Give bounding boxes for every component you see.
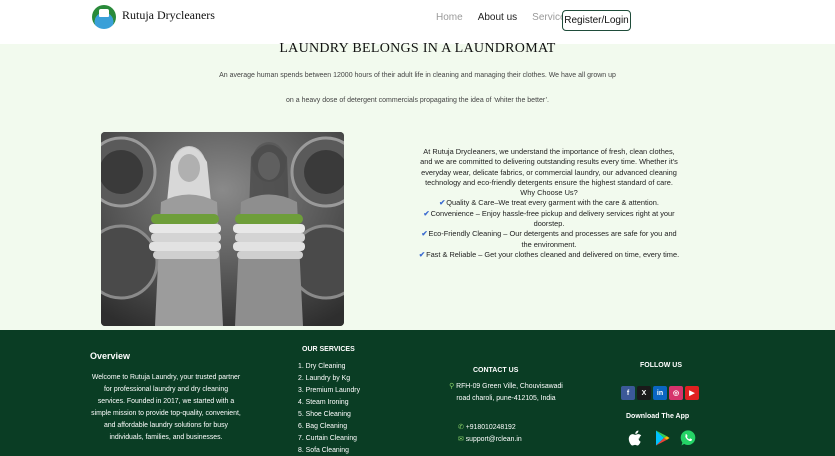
address-text: RFH-09 Green Ville, Chouvisawadi road ch… [456, 383, 563, 402]
download-app-heading: Download The App [626, 413, 690, 420]
service-item[interactable]: 8. Sofa Cleaning [298, 445, 360, 456]
services-heading: OUR SERVICES [302, 346, 355, 353]
about-section: LAUNDRY BELONGS IN A LAUNDROMAT An avera… [0, 41, 835, 330]
check-icon: ✔ [421, 229, 428, 239]
site-header: Rutuja Drycleaners Home About us Service… [0, 0, 835, 44]
service-item[interactable]: 5. Shoe Cleaning [298, 409, 360, 421]
feature-text: Quality & Care–We treat every garment wi… [446, 198, 659, 208]
services-list: 1. Dry Cleaning 2. Laundry by Kg 3. Prem… [298, 361, 360, 456]
whatsapp-icon[interactable] [679, 429, 697, 447]
service-item[interactable]: 6. Bag Cleaning [298, 421, 360, 433]
site-footer: Overview Welcome to Rutuja Laundry, your… [0, 330, 835, 456]
service-item[interactable]: 4. Steam Ironing [298, 397, 360, 409]
service-item[interactable]: 2. Laundry by Kg [298, 373, 360, 385]
service-item[interactable]: 3. Premium Laundry [298, 385, 360, 397]
feature-text: Fast & Reliable – Get your clothes clean… [426, 249, 680, 259]
nav-about-us[interactable]: About us [478, 12, 517, 23]
phone-icon: ✆ [458, 424, 466, 431]
facebook-icon[interactable]: f [621, 386, 635, 400]
check-icon: ✔ [439, 198, 446, 208]
overview-heading: Overview [90, 351, 131, 361]
laundry-photo [101, 132, 344, 326]
page-title: LAUNDRY BELONGS IN A LAUNDROMAT [279, 41, 556, 56]
contact-heading: CONTACT US [473, 367, 519, 374]
youtube-icon[interactable]: ▶ [685, 386, 699, 400]
feature-bullet-eco: ✔Eco-Friendly Cleaning – Our detergents … [418, 229, 680, 250]
why-choose-us-heading: Why Choose Us? [520, 188, 578, 198]
nav-home[interactable]: Home [436, 12, 463, 23]
service-item[interactable]: 7. Curtain Cleaning [298, 433, 360, 445]
service-item[interactable]: 1. Dry Cleaning [298, 361, 360, 373]
contact-address: ⚲ RFH-09 Green Ville, Chouvisawadi road … [446, 381, 566, 405]
feature-bullet-convenience: ✔Convenience – Enjoy hassle-free pickup … [418, 209, 680, 230]
linkedin-icon[interactable]: in [653, 386, 667, 400]
phone-text: +918010248192 [465, 424, 516, 431]
follow-heading: FOLLOW US [640, 362, 682, 369]
brand-name: Rutuja Drycleaners [122, 7, 215, 22]
email-icon: ✉ [458, 436, 466, 443]
logo-icon [92, 5, 116, 29]
brand-logo[interactable]: Rutuja Drycleaners [92, 5, 215, 29]
hero-subtitle-line-1: An average human spends between 12000 ho… [219, 72, 616, 79]
feature-bullet-fast: ✔Fast & Reliable – Get your clothes clea… [418, 250, 680, 260]
check-icon: ✔ [418, 249, 426, 259]
email-text: support@rclean.in [465, 436, 522, 443]
apple-icon[interactable] [627, 429, 645, 447]
about-intro: At Rutuja Drycleaners, we understand the… [420, 147, 678, 187]
feature-text: Eco-Friendly Cleaning – Our detergents a… [428, 229, 677, 249]
two-women-holding-towels-image [101, 132, 344, 326]
about-description: At Rutuja Drycleaners, we understand the… [418, 147, 680, 260]
x-icon[interactable]: X [637, 386, 651, 400]
google-play-icon[interactable] [653, 429, 671, 447]
social-links: f X in ◎ ▶ [621, 386, 701, 400]
register-login-button[interactable]: Register/Login [562, 10, 631, 31]
feature-bullet-quality: ✔Quality & Care–We treat every garment w… [418, 198, 680, 208]
hero-subtitle-line-2: on a heavy dose of detergent commercials… [286, 97, 549, 104]
contact-phone[interactable]: ✆ +918010248192 [458, 423, 516, 431]
overview-text: Welcome to Rutuja Laundry, your trusted … [91, 374, 241, 441]
app-links [627, 429, 705, 447]
contact-email[interactable]: ✉ support@rclean.in [458, 435, 522, 443]
check-icon: ✔ [423, 208, 430, 218]
instagram-icon[interactable]: ◎ [669, 386, 683, 400]
feature-text: Convenience – Enjoy hassle-free pickup a… [430, 208, 675, 229]
